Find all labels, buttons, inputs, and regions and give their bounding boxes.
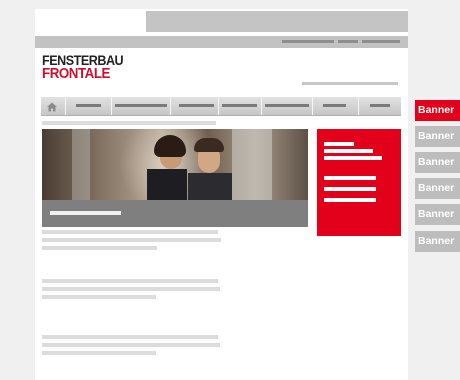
article-1-line-1: [42, 230, 218, 234]
nav-item-1[interactable]: [76, 104, 101, 107]
meta-link-2[interactable]: [338, 40, 358, 43]
breadcrumb: [42, 121, 216, 125]
meta-link-1[interactable]: [282, 40, 334, 43]
article-3-line-1: [42, 335, 218, 339]
article-3-line-3: [42, 351, 156, 355]
teaser-link-1[interactable]: [324, 176, 376, 180]
nav-item-3[interactable]: [179, 104, 214, 107]
nav-item-4[interactable]: [222, 104, 257, 107]
main-navigation: [41, 97, 401, 116]
article-2-line-3: [42, 295, 156, 299]
nav-item-2[interactable]: [115, 104, 167, 107]
hero-caption-text: [50, 211, 121, 215]
article-1-line-2: [42, 238, 221, 242]
logo-text-bottom[interactable]: FRONTALE: [42, 66, 110, 82]
article-2-line-2: [42, 287, 220, 291]
teaser-line-3: [324, 156, 382, 160]
banner-4[interactable]: Banner: [415, 178, 460, 199]
home-icon[interactable]: [46, 100, 58, 112]
hero-image[interactable]: [42, 129, 308, 200]
banner-1[interactable]: Banner: [415, 100, 460, 121]
nav-item-6[interactable]: [323, 104, 346, 107]
banner-3[interactable]: Banner: [415, 152, 460, 173]
top-header-bar: [146, 11, 408, 32]
teaser-line-2: [324, 149, 373, 153]
article-2-line-1: [42, 279, 218, 283]
red-teaser-box[interactable]: [317, 129, 401, 236]
teaser-link-3[interactable]: [324, 198, 376, 202]
banner-5[interactable]: Banner: [415, 204, 460, 225]
banner-6[interactable]: Banner: [415, 231, 460, 252]
nav-item-5[interactable]: [265, 104, 309, 107]
nav-item-7[interactable]: [370, 104, 390, 107]
article-3-line-2: [42, 343, 220, 347]
meta-link-3[interactable]: [362, 40, 400, 43]
teaser-line-1: [324, 142, 354, 146]
teaser-link-2[interactable]: [324, 187, 376, 191]
banner-2[interactable]: Banner: [415, 126, 460, 147]
search-field-underline[interactable]: [302, 82, 398, 85]
article-1-line-3: [42, 246, 157, 250]
